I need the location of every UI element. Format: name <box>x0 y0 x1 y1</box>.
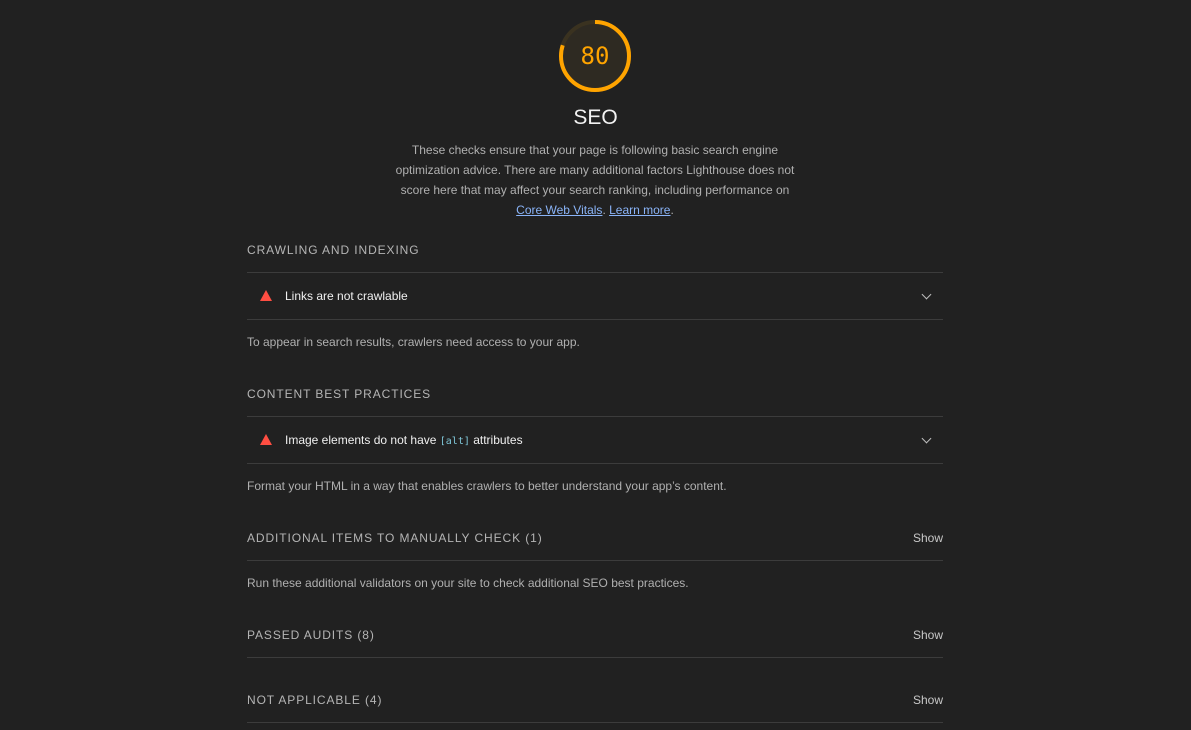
audit-title-prefix: Image elements do not have <box>285 433 440 447</box>
group-description-manual: Run these additional validators on your … <box>247 576 689 590</box>
show-passed-toggle[interactable]: Show <box>913 625 943 645</box>
seo-report-page: 80 SEO These checks ensure that your pag… <box>0 0 1191 730</box>
group-title-manual: ADDITIONAL ITEMS TO MANUALLY CHECK (1) <box>247 531 543 545</box>
fail-triangle-icon <box>260 290 272 301</box>
description-end: . <box>670 203 674 217</box>
group-title-not-applicable: NOT APPLICABLE (4) <box>247 693 383 707</box>
group-description-crawling: To appear in search results, crawlers ne… <box>247 335 580 349</box>
group-title-passed: PASSED AUDITS (8) <box>247 628 375 642</box>
group-header-crawling: CRAWLING AND INDEXING <box>247 240 943 260</box>
chevron-down-icon[interactable] <box>921 433 932 444</box>
group-header-content: CONTENT BEST PRACTICES <box>247 384 943 404</box>
audit-title-suffix: attributes <box>469 433 523 447</box>
score-gauge[interactable]: 80 <box>558 19 632 93</box>
audit-row-links-crawlable[interactable]: Links are not crawlable <box>247 272 943 320</box>
core-web-vitals-link[interactable]: Core Web Vitals <box>516 203 602 217</box>
audit-title-image-alt: Image elements do not have [alt] attribu… <box>285 417 523 465</box>
audit-row-image-alt[interactable]: Image elements do not have [alt] attribu… <box>247 416 943 464</box>
description-text: These checks ensure that your page is fo… <box>395 143 795 197</box>
chevron-down-icon[interactable] <box>921 289 932 300</box>
audit-title-links-crawlable: Links are not crawlable <box>285 289 408 303</box>
group-title-content: CONTENT BEST PRACTICES <box>247 387 432 401</box>
divider <box>247 722 943 723</box>
group-description-content: Format your HTML in a way that enables c… <box>247 479 727 493</box>
alt-attribute-code: [alt] <box>439 436 470 447</box>
show-manual-toggle[interactable]: Show <box>913 528 943 548</box>
group-header-passed[interactable]: PASSED AUDITS (8) Show <box>247 625 943 645</box>
group-title-crawling: CRAWLING AND INDEXING <box>247 243 420 257</box>
divider <box>247 657 943 658</box>
category-title: SEO <box>573 106 618 129</box>
fail-triangle-icon <box>260 434 272 445</box>
group-header-manual[interactable]: ADDITIONAL ITEMS TO MANUALLY CHECK (1) S… <box>247 528 943 548</box>
group-header-not-applicable[interactable]: NOT APPLICABLE (4) Show <box>247 690 943 710</box>
score-value: 80 <box>580 42 610 70</box>
divider <box>247 560 943 561</box>
show-not-applicable-toggle[interactable]: Show <box>913 690 943 710</box>
category-description: These checks ensure that your page is fo… <box>391 140 799 220</box>
learn-more-link[interactable]: Learn more <box>609 203 670 217</box>
